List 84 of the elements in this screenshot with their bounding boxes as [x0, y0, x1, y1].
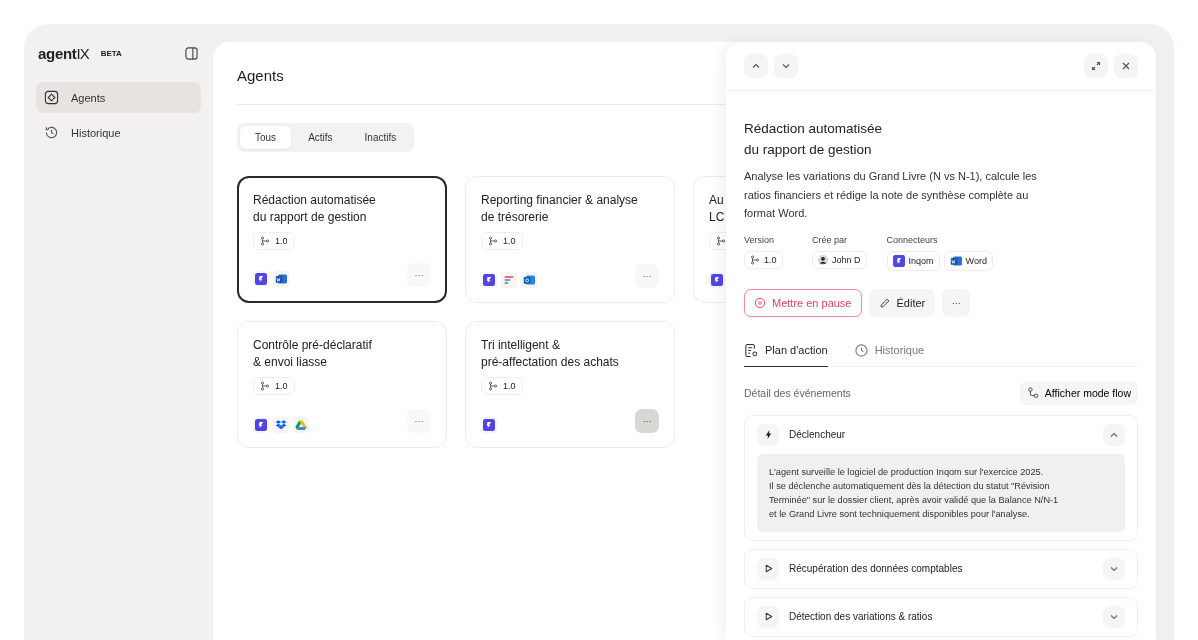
- version-badge: 1.0: [253, 232, 295, 250]
- sidebar-item[interactable]: Historique: [36, 117, 201, 148]
- inqom-icon: [255, 419, 267, 431]
- card-title: Rédaction automatisée du rapport de gestion: [253, 192, 377, 226]
- tasks-icon: [503, 274, 515, 286]
- previous-button[interactable]: [744, 54, 768, 78]
- history-icon: [44, 125, 59, 140]
- filter-tab[interactable]: Tous: [240, 126, 292, 149]
- flow-mode-button[interactable]: Afficher mode flow: [1019, 380, 1138, 405]
- section-label: Détail des événements: [744, 386, 851, 399]
- branch-icon: [488, 236, 498, 246]
- word-icon: [275, 273, 287, 285]
- branch-icon: [716, 236, 726, 246]
- card-title: Reporting financier & analyse de trésorerie: [481, 192, 639, 226]
- detail-tab[interactable]: Historique: [853, 338, 925, 367]
- more-button[interactable]: ···: [942, 288, 971, 317]
- page-title: Agents: [237, 66, 284, 86]
- detail-tab[interactable]: Plan d'action: [744, 338, 828, 367]
- version-badge: 1.0: [481, 377, 523, 395]
- pencil-icon: [878, 296, 891, 309]
- brand-logo: agentIX: [38, 44, 89, 62]
- inqom-icon: [483, 274, 495, 286]
- step-title: Déclencheur: [789, 429, 847, 440]
- inqom-icon: [711, 274, 723, 286]
- branch-icon: [260, 236, 270, 246]
- agent-card[interactable]: Reporting financier & analyse de trésorerie 1.0 ···: [465, 176, 675, 303]
- version-badge: 1.0: [481, 232, 523, 250]
- flow-icon: [1026, 386, 1039, 399]
- edit-button[interactable]: Éditer: [868, 288, 936, 317]
- branch-icon: [750, 254, 760, 265]
- word-icon: [949, 254, 962, 267]
- connector-chip: Inqom: [886, 250, 940, 271]
- pause-button[interactable]: Mettre en pause: [744, 288, 862, 317]
- sidebar-toggle-icon[interactable]: [185, 46, 198, 60]
- lightning-icon: [757, 423, 779, 446]
- more-button[interactable]: ···: [635, 409, 659, 433]
- outlook-icon: [523, 274, 535, 286]
- agents-icon: [44, 90, 59, 105]
- agent-description: Analyse les variations du Grand Livre (N vs N-1), calcule les ratios financiers et rédige la note de synthèse complète au format Word.: [744, 169, 1038, 221]
- document-icon: [744, 342, 759, 358]
- more-button[interactable]: ···: [407, 263, 431, 287]
- chevron-button[interactable]: [1103, 605, 1125, 628]
- play-icon: [757, 557, 779, 580]
- version-badge: 1.0: [744, 250, 783, 269]
- more-button[interactable]: ···: [407, 409, 431, 433]
- close-button[interactable]: [1114, 54, 1138, 78]
- agent-title: Rédaction automatisée du rapport de gestion: [744, 120, 884, 159]
- next-button[interactable]: [774, 54, 798, 78]
- chevron-button[interactable]: [1103, 423, 1125, 446]
- meta-label: Crée par: [812, 234, 848, 245]
- filter-tab[interactable]: Inactifs: [349, 126, 412, 149]
- connector-chip: Word: [943, 250, 993, 271]
- more-button[interactable]: ···: [635, 264, 659, 288]
- expand-button[interactable]: [1084, 54, 1108, 78]
- history-icon: [853, 342, 869, 358]
- card-title: Tri intelligent & pré-affectation des achats: [481, 337, 620, 371]
- branch-icon: [488, 381, 498, 391]
- meta-label: Connecteurs: [886, 234, 939, 245]
- gdrive-icon: [295, 419, 307, 431]
- agent-card[interactable]: Rédaction automatisée du rapport de gestion 1.0 ···: [237, 176, 447, 303]
- branch-icon: [260, 381, 270, 391]
- user-chip: John D: [812, 250, 867, 269]
- card-title: Contrôle pré-déclaratif & envoi liasse: [253, 337, 373, 371]
- chevron-button[interactable]: [1103, 557, 1125, 580]
- avatar-icon: [818, 254, 828, 265]
- agent-card[interactable]: Contrôle pré-déclaratif & envoi liasse 1.0 ···: [237, 321, 447, 448]
- filter-tab[interactable]: Actifs: [293, 126, 348, 149]
- step-title: Récupération des données comptables: [789, 563, 964, 574]
- step-title: Détection des variations & ratios: [789, 611, 934, 622]
- play-icon: [757, 605, 779, 628]
- agent-card[interactable]: Tri intelligent & pré-affectation des achats 1.0 ···: [465, 321, 675, 448]
- sidebar-item[interactable]: Agents: [36, 82, 201, 113]
- card-title: Au LC: [709, 192, 726, 226]
- beta-label: BETA: [100, 48, 122, 58]
- inqom-icon: [483, 419, 495, 431]
- step-description: L'agent surveille le logiciel de production Inqom sur l'exercice 2025. Il se déclenche automatiquement dès la détection du statut "Révision Terminée" sur le dossier client, après avoir validé que la Balance N/N-1 et le Grand Livre sont techniquement disponibles pour l'analyse.: [757, 453, 1125, 532]
- close-icon: [1120, 60, 1132, 72]
- version-badge: 1.0: [253, 377, 295, 395]
- inqom-icon: [892, 254, 905, 267]
- pause-icon: [754, 296, 766, 309]
- meta-label: Version: [744, 234, 776, 245]
- inqom-icon: [255, 273, 267, 285]
- expand-icon: [1090, 60, 1102, 72]
- dropbox-icon: [275, 419, 287, 431]
